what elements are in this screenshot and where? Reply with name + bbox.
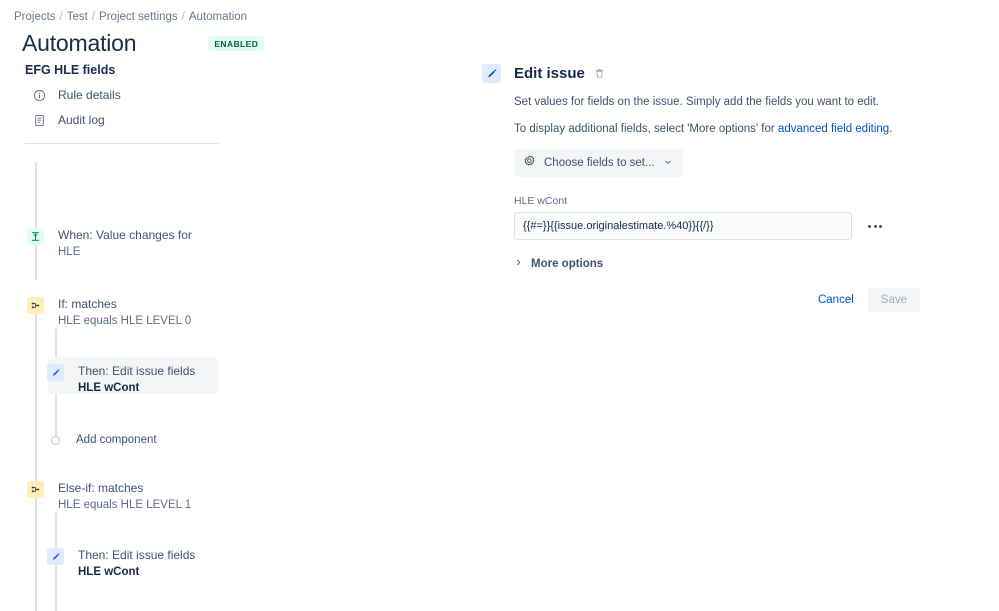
- trigger-icon: [27, 228, 44, 245]
- page-header: Automation ENABLED: [22, 29, 265, 57]
- cancel-button[interactable]: Cancel: [810, 288, 862, 312]
- breadcrumb-item-projects[interactable]: Projects: [14, 11, 56, 23]
- rule-name: EFG HLE fields: [25, 63, 116, 77]
- more-options-toggle[interactable]: More options: [514, 258, 603, 270]
- condition-title: Else-if: matches: [58, 481, 144, 495]
- condition-branch-icon: [27, 481, 44, 498]
- condition-node-else-if[interactable]: Else-if: matches HLE equals HLE LEVEL 1: [27, 481, 191, 513]
- info-circle-icon: [33, 89, 46, 102]
- action-node-text: Then: Edit issue fields HLE wCont: [78, 548, 195, 580]
- condition-subtitle: HLE equals HLE LEVEL 0: [58, 315, 192, 327]
- add-component-button-1[interactable]: Add component: [51, 433, 157, 447]
- panel-description-line1: Set values for fields on the issue. Simp…: [514, 96, 880, 108]
- panel-actions: Cancel Save: [514, 288, 920, 312]
- breadcrumb-separator: /: [181, 11, 185, 23]
- choose-fields-label: Choose fields to set...: [544, 157, 655, 169]
- more-horizontal-icon[interactable]: [864, 221, 886, 232]
- audit-log-icon: [33, 114, 46, 127]
- description-prefix: To display additional fields, select 'Mo…: [514, 123, 778, 135]
- breadcrumb-item-automation[interactable]: Automation: [189, 11, 247, 23]
- sidebar-item-label: Rule details: [58, 88, 121, 102]
- rule-sidebar: EFG HLE fields Rule details Audit log Wh…: [0, 62, 440, 611]
- breadcrumb-item-project-settings[interactable]: Project settings: [99, 11, 178, 23]
- dot: [873, 224, 877, 228]
- breadcrumb: Projects / Test / Project settings / Automatio…: [14, 11, 247, 23]
- description-suffix: .: [889, 123, 893, 135]
- trigger-title: When: Value changes for: [58, 228, 192, 242]
- breadcrumb-item-test[interactable]: Test: [67, 11, 88, 23]
- sidebar-item-audit-log[interactable]: Audit log: [33, 112, 440, 128]
- choose-fields-button[interactable]: Choose fields to set...: [514, 149, 683, 177]
- hle-wcont-input[interactable]: [514, 212, 852, 240]
- panel-header: Edit issue: [482, 64, 952, 83]
- action-node-edit-issue-2[interactable]: Then: Edit issue fields HLE wCont: [47, 548, 195, 580]
- tree-line-main: [35, 310, 37, 510]
- action-subtitle: HLE wCont: [78, 566, 140, 578]
- trigger-node-text: When: Value changes for HLE: [58, 228, 192, 260]
- automation-page: Projects / Test / Project settings / Automatio…: [0, 0, 999, 611]
- rule-tree: When: Value changes for HLE If: matches: [0, 144, 440, 611]
- edit-issue-panel: Edit issue Set values for fields on the …: [482, 64, 952, 312]
- condition-node-if[interactable]: If: matches HLE equals HLE LEVEL 0: [27, 297, 191, 329]
- pencil-icon: [482, 64, 501, 83]
- add-component-label: Add component: [76, 434, 157, 446]
- gear-icon: [523, 155, 536, 171]
- trigger-subtitle: HLE: [58, 246, 81, 258]
- status-badge: ENABLED: [208, 35, 265, 51]
- condition-node-text: If: matches HLE equals HLE LEVEL 0: [58, 297, 191, 329]
- dot: [879, 224, 882, 228]
- chevron-down-icon: [663, 157, 673, 170]
- field-label: HLE wCont: [514, 195, 568, 207]
- action-node-text: Then: Edit issue fields HLE wCont: [78, 364, 195, 396]
- panel-description-line2: To display additional fields, select 'Mo…: [514, 121, 952, 137]
- dot: [868, 224, 871, 228]
- trigger-node[interactable]: When: Value changes for HLE: [27, 228, 192, 260]
- action-node-edit-issue-1[interactable]: Then: Edit issue fields HLE wCont: [47, 364, 195, 396]
- condition-subtitle: HLE equals HLE LEVEL 1: [58, 499, 192, 511]
- action-subtitle: HLE wCont: [78, 382, 140, 394]
- trash-icon[interactable]: [593, 67, 606, 81]
- more-options-label: More options: [531, 258, 604, 270]
- action-title: Then: Edit issue fields: [78, 548, 196, 562]
- panel-title: Edit issue: [514, 65, 585, 82]
- sidebar-item-label: Audit log: [58, 113, 105, 127]
- tree-line-main: [35, 162, 37, 280]
- page-title: Automation: [22, 30, 137, 56]
- condition-branch-icon: [27, 297, 44, 314]
- condition-node-text: Else-if: matches HLE equals HLE LEVEL 1: [58, 481, 191, 513]
- breadcrumb-separator: /: [59, 11, 63, 23]
- pencil-icon: [47, 364, 64, 381]
- advanced-field-editing-link[interactable]: advanced field editing: [778, 123, 889, 135]
- breadcrumb-separator: /: [91, 11, 96, 23]
- save-button[interactable]: Save: [867, 288, 920, 312]
- chevron-right-icon: [514, 258, 523, 270]
- pencil-icon: [47, 548, 64, 565]
- sidebar-item-rule-details[interactable]: Rule details: [33, 87, 440, 103]
- action-title: Then: Edit issue fields: [78, 364, 196, 378]
- condition-title: If: matches: [58, 297, 117, 311]
- add-circle-icon: [51, 435, 60, 445]
- field-row: [514, 212, 952, 240]
